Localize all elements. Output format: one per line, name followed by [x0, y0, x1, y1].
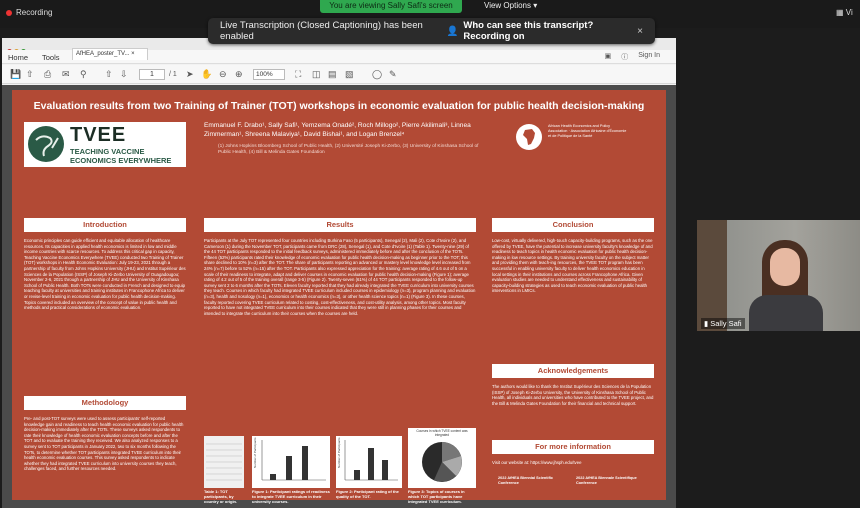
upload-icon[interactable]: ⇧ — [26, 69, 34, 80]
sign-in-link[interactable]: Sign In — [638, 52, 660, 62]
tvee-logo: TVEE TEACHING VACCINE ECONOMICS EVERYWHE… — [24, 122, 186, 167]
afhea-badge-2: 2022 AfHEA Biennale Scientifique Confere… — [576, 476, 637, 485]
tvee-logo-tagline-2: ECONOMICS EVERYWHERE — [70, 156, 172, 165]
prev-page-icon[interactable]: ⇧ — [105, 69, 113, 80]
grid-icon: ▦ — [836, 8, 844, 17]
afhea-badge-1: 2022 AfHEA Biennial Scientific Conferenc… — [498, 476, 554, 485]
poster-title: Evaluation results from two Training of … — [33, 100, 645, 112]
results-heading: Results — [204, 218, 476, 232]
participant-name-tag: ▮ Sally Safi — [701, 318, 745, 329]
transcription-enabled-text: Live Transcription (Closed Captioning) h… — [220, 20, 423, 42]
table-1-caption: Table 1: TOT participants, by country or… — [204, 489, 238, 504]
hand-icon[interactable]: ✋ — [201, 69, 212, 80]
view-button[interactable]: ▦ Vi — [836, 8, 853, 17]
close-banner-button[interactable]: × — [637, 26, 643, 37]
figure-1-chart: Number of Participants — [252, 436, 330, 488]
recording-label: Recording — [16, 8, 53, 17]
figure-1-caption: Figure 1: Participant ratings of readine… — [252, 489, 330, 504]
pen-icon[interactable]: ✎ — [389, 69, 397, 80]
recording-dot-icon — [6, 9, 12, 16]
figure-2-caption: Figure 2: Participant rating of the qual… — [336, 489, 399, 499]
figure-1-ylabel: Number of Participants — [253, 437, 257, 468]
menu-right-group: ▣ ⓘ Sign In — [605, 52, 660, 62]
methodology-text: Pre- and post-TOT surveys were used to a… — [24, 416, 184, 472]
methodology-heading: Methodology — [24, 396, 186, 410]
introduction-text: Economic principles can guide efficient … — [24, 238, 186, 311]
table-1-participants — [204, 436, 244, 488]
zoom-level-select[interactable]: 100% — [253, 69, 285, 80]
help-icon[interactable]: ⓘ — [621, 52, 628, 62]
poster-affiliations: (1) Johns Hopkins Bloomberg School of Pu… — [218, 144, 479, 155]
tvee-logo-name: TVEE — [70, 124, 127, 146]
conclusion-heading: Conclusion — [492, 218, 654, 232]
pointer-icon[interactable]: ➤ — [186, 69, 194, 80]
rotate-icon[interactable]: ▤ — [328, 69, 337, 80]
scroll-mode-icon[interactable]: ◫ — [312, 69, 321, 80]
tvee-globe-icon — [28, 126, 64, 162]
read-mode-icon[interactable]: ▧ — [345, 69, 354, 80]
results-text: Participants at the July TOT represented… — [204, 238, 476, 316]
more-info-heading: For more information — [492, 440, 654, 454]
poster-authors: Emmanuel F. Drabo¹, Sally Safi¹, Yemzema… — [204, 122, 471, 138]
zoom-in-icon[interactable]: ⊕ — [235, 69, 243, 80]
menu-tools[interactable]: Tools — [42, 53, 60, 62]
acrobat-toolbar: 💾 ⇧ ⎙ ✉ ⚲ ⇧ ⇩ 1 / 1 ➤ ✋ ⊖ ⊕ 100% ⛶ ◫ ▤ ▧… — [2, 65, 676, 84]
tvee-logo-tagline-1: TEACHING VACCINE — [70, 147, 145, 156]
poster-page: Evaluation results from two Training of … — [12, 90, 666, 504]
page-number-input[interactable]: 1 — [139, 69, 165, 80]
video-shelf — [697, 220, 727, 331]
acknowledgements-heading: Acknowledgements — [492, 364, 654, 378]
view-button-label: Vi — [845, 8, 853, 17]
tvee-globe-graphic — [30, 128, 62, 160]
comment-icon[interactable]: ▣ — [605, 52, 612, 62]
viewing-screen-banner: You are viewing Sally Safi's screen — [320, 0, 462, 13]
figure-2-chart: Number of Participants — [336, 436, 402, 488]
introduction-heading: Introduction — [24, 218, 186, 232]
africa-map-icon — [516, 124, 542, 150]
live-transcription-banner: Live Transcription (Closed Captioning) h… — [208, 18, 655, 44]
view-options-button[interactable]: View Options ▾ — [484, 1, 537, 10]
page-total: / 1 — [169, 71, 177, 78]
comment-icon[interactable]: ◯ — [372, 69, 382, 80]
table-1-graphic — [206, 443, 242, 481]
document-tab[interactable]: AfHEA_poster_TV... × — [72, 48, 148, 60]
participant-video-tile[interactable]: ▮ Sally Safi — [697, 220, 860, 331]
search-icon[interactable]: ⚲ — [80, 69, 87, 80]
next-page-icon[interactable]: ⇩ — [120, 69, 128, 80]
print-icon[interactable]: ⎙ — [44, 69, 51, 80]
figure-3-caption: Figure 3: Topics of courses in which TOT… — [408, 489, 465, 504]
figure-2-bars — [344, 440, 398, 481]
zoom-out-icon[interactable]: ⊖ — [219, 69, 227, 80]
participant-face — [770, 248, 800, 286]
afhea-logo-text: African Health Economics and Policy Asso… — [548, 124, 627, 138]
recording-indicator[interactable]: Recording — [6, 8, 52, 17]
save-icon[interactable]: 💾 — [10, 69, 21, 80]
who-can-see-transcript-link[interactable]: 👤 Who can see this transcript? Recording… — [447, 20, 638, 42]
figure-2-ylabel: Number of Participants — [337, 437, 341, 468]
person-icon: 👤 — [446, 25, 459, 37]
menu-home[interactable]: Home — [8, 53, 28, 62]
africa-shape-graphic — [523, 129, 535, 145]
participant-body — [749, 295, 823, 331]
fit-page-icon[interactable]: ⛶ — [295, 69, 301, 80]
figure-3-pie — [422, 442, 462, 482]
figure-3-chart: Courses in which TVEE content was integr… — [408, 428, 476, 488]
more-info-text[interactable]: Visit our website at: https://www.jhsph.… — [492, 460, 654, 468]
acknowledgements-text: The authors would like to thank the Inst… — [492, 384, 654, 406]
mic-icon: ▮ — [704, 319, 709, 328]
figure-3-title: Courses in which TVEE content was integr… — [416, 429, 468, 437]
who-can-see-transcript-label: Who can see this transcript? Recording o… — [463, 20, 594, 42]
afhea-logo: African Health Economics and Policy Asso… — [516, 122, 626, 152]
conclusion-text: Low-cost, virtually delivered, high-touc… — [492, 238, 653, 294]
mail-icon[interactable]: ✉ — [62, 69, 70, 80]
pdf-viewer-window: Home Tools ▣ ⓘ Sign In AfHEA_poster_TV..… — [2, 38, 676, 508]
figure-1-bars — [261, 440, 326, 481]
participant-name: Sally Safi — [710, 319, 742, 328]
